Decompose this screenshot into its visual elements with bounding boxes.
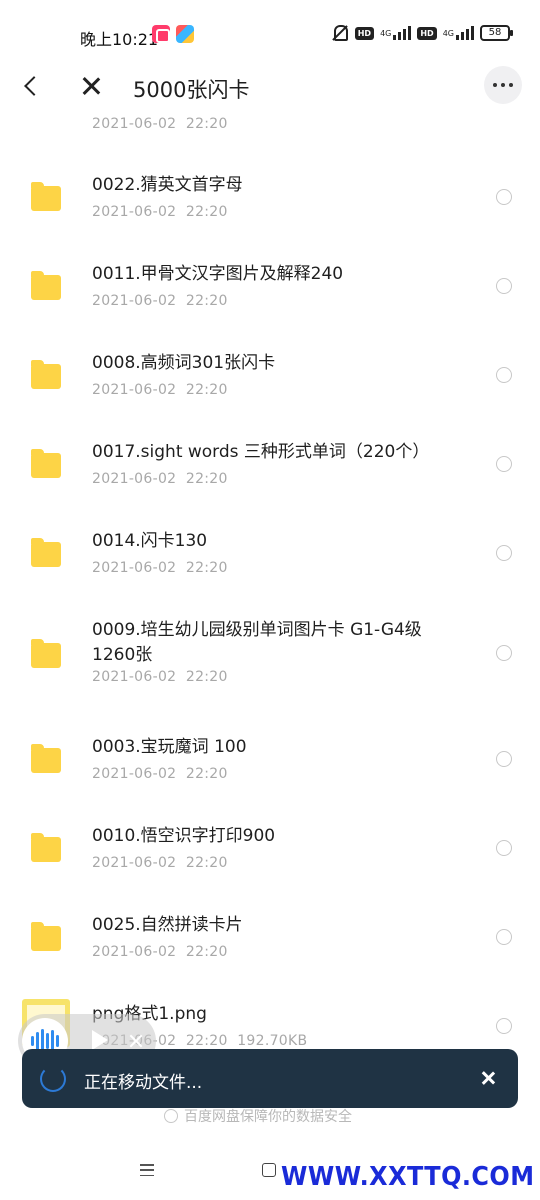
battery-icon: 58: [480, 25, 513, 41]
home-icon[interactable]: [262, 1163, 276, 1177]
folder-icon: [31, 360, 61, 389]
select-radio[interactable]: [496, 545, 512, 561]
select-radio[interactable]: [496, 278, 512, 294]
menu-icon[interactable]: [140, 1164, 154, 1176]
select-radio[interactable]: [496, 456, 512, 472]
status-time: 晚上10:21: [80, 30, 159, 49]
signal-icon-2: [456, 26, 474, 40]
item-name: 0017.sight words 三种形式单词（220个）: [92, 442, 430, 462]
folder-icon: [31, 271, 61, 300]
select-radio[interactable]: [496, 367, 512, 383]
video-app-icon: [176, 25, 194, 43]
toast-text: 正在移动文件...: [84, 1073, 203, 1093]
more-icon[interactable]: [484, 66, 522, 104]
signal-icon: [393, 26, 412, 40]
shield-icon: [164, 1109, 178, 1123]
folder-item[interactable]: 0009.培生幼儿园级别单词图片卡 G1-G4级 1260张 2021-06-02…: [0, 609, 540, 719]
back-icon[interactable]: [20, 74, 44, 98]
folder-icon: [31, 744, 61, 773]
screen: 晚上10:21 HD 4G HD 4G 58 5000张闪卡 2021-06-0…: [0, 0, 540, 1200]
folder-item[interactable]: 0025.自然拼读卡片 2021-06-02 22:20: [0, 904, 540, 989]
partial-item-meta: 2021-06-02 22:20: [92, 116, 228, 132]
hd-icon-2: HD: [417, 26, 437, 40]
close-icon[interactable]: [80, 75, 102, 97]
item-meta: 2021-06-02 22:20: [92, 382, 228, 398]
folder-icon: [31, 182, 61, 211]
security-text: 百度网盘保障你的数据安全: [184, 1109, 352, 1125]
select-radio[interactable]: [496, 840, 512, 856]
toast-close-icon[interactable]: [480, 1070, 496, 1086]
select-radio[interactable]: [496, 189, 512, 205]
item-meta: 2021-06-02 22:20: [92, 471, 228, 487]
folder-item[interactable]: 0011.甲骨文汉字图片及解释240 2021-06-02 22:20: [0, 253, 540, 338]
network-type-right: 4G: [442, 28, 454, 38]
folder-item[interactable]: 0022.猜英文首字母 2021-06-02 22:20: [0, 164, 540, 249]
photo-app-icon: [152, 25, 170, 43]
status-app-icons: [152, 25, 194, 43]
watermark: WWW.XXTTQ.COM: [280, 1162, 534, 1192]
play-icon[interactable]: [92, 1030, 108, 1050]
item-meta: 2021-06-02 22:20: [92, 669, 228, 685]
item-meta: 2021-06-02 22:20: [92, 560, 228, 576]
select-radio[interactable]: [496, 1018, 512, 1034]
item-meta: 2021-06-02 22:20: [92, 204, 228, 220]
item-name: 0025.自然拼读卡片: [92, 915, 243, 935]
item-meta: 2021-06-02 22:20: [92, 944, 228, 960]
item-meta: 2021-06-02 22:20: [92, 855, 228, 871]
pill-close-icon[interactable]: [128, 1033, 144, 1049]
item-name: 0022.猜英文首字母: [92, 175, 243, 195]
folder-icon: [31, 538, 61, 567]
select-radio[interactable]: [496, 645, 512, 661]
app-bar: 5000张闪卡: [0, 66, 540, 110]
folder-icon: [31, 639, 61, 668]
folder-item[interactable]: 0017.sight words 三种形式单词（220个） 2021-06-02 …: [0, 431, 540, 516]
folder-item[interactable]: 0010.悟空识字打印900 2021-06-02 22:20: [0, 815, 540, 900]
moving-toast: 正在移动文件...: [22, 1049, 518, 1108]
item-name: 0011.甲骨文汉字图片及解释240: [92, 264, 344, 284]
item-name: 0008.高频词301张闪卡: [92, 353, 276, 373]
status-bar: 晚上10:21 HD 4G HD 4G 58: [0, 0, 540, 70]
select-radio[interactable]: [496, 929, 512, 945]
item-name: 0014.闪卡130: [92, 531, 208, 551]
status-indicators: HD 4G HD 4G 58: [331, 24, 513, 42]
network-type-left: 4G: [380, 28, 392, 38]
mute-icon: [331, 24, 349, 42]
security-note: 百度网盘保障你的数据安全: [164, 1106, 352, 1126]
folder-item[interactable]: 0008.高频词301张闪卡 2021-06-02 22:20: [0, 342, 540, 427]
folder-item[interactable]: 0014.闪卡130 2021-06-02 22:20: [0, 520, 540, 605]
spinner-icon: [40, 1066, 66, 1092]
file-list[interactable]: 2021-06-02 22:20 0022.猜英文首字母 2021-06-02 2…: [0, 114, 540, 1144]
item-name: 0003.宝玩魔词 100: [92, 737, 247, 757]
hd-icon: HD: [354, 26, 375, 40]
nav-bar: WWW.XXTTQ.COM: [0, 1150, 540, 1200]
folder-icon: [31, 449, 61, 478]
folder-item[interactable]: 0003.宝玩魔词 100 2021-06-02 22:20: [0, 726, 540, 811]
page-title: 5000张闪卡: [133, 78, 250, 102]
select-radio[interactable]: [496, 751, 512, 767]
item-name: 0010.悟空识字打印900: [92, 826, 276, 846]
folder-icon: [31, 922, 61, 951]
folder-icon: [31, 833, 61, 862]
item-name: 0009.培生幼儿园级别单词图片卡 G1-G4级 1260张: [92, 620, 422, 665]
item-meta: 2021-06-02 22:20: [92, 293, 228, 309]
item-meta: 2021-06-02 22:20: [92, 766, 228, 782]
